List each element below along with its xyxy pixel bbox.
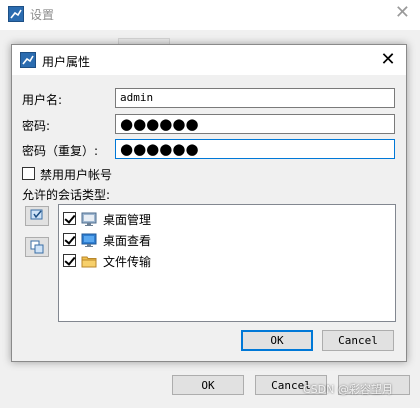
password-label: 密码: (22, 119, 51, 133)
desktop-view-icon (81, 233, 97, 247)
session-label[interactable]: 文件传输 (103, 253, 151, 270)
ok-button[interactable]: OK (241, 330, 313, 351)
disable-account-label[interactable]: 禁用用户帐号 (40, 166, 112, 183)
session-type-list[interactable]: 桌面管理 桌面查看 文件传输 (58, 204, 396, 322)
dialog-titlebar: 用户属性 ✕ (12, 45, 406, 75)
session-checkbox[interactable] (63, 254, 76, 267)
file-transfer-icon (81, 256, 97, 268)
cancel-button[interactable]: Cancel (322, 330, 394, 351)
session-checkbox[interactable] (63, 212, 76, 225)
user-properties-dialog: 用户属性 ✕ 用户名: admin 密码: ●●●●●● 密码（重复）: ●●●… (11, 44, 407, 362)
check-all-button[interactable] (25, 206, 49, 226)
session-checkbox[interactable] (63, 233, 76, 246)
uncheck-all-button[interactable] (25, 237, 49, 257)
watermark: CSDN @彩容望月 (303, 383, 393, 396)
close-icon[interactable]: ✕ (376, 48, 400, 72)
settings-title: 设置 (30, 8, 55, 22)
password-field[interactable]: ●●●●●● (115, 114, 395, 134)
dialog-app-icon (20, 52, 36, 68)
password-confirm-field[interactable]: ●●●●●● (115, 139, 395, 159)
session-label[interactable]: 桌面管理 (103, 211, 151, 228)
password-confirm-label: 密码（重复）: (22, 144, 99, 158)
check-all-icon (30, 209, 43, 220)
app-icon (8, 6, 24, 22)
session-label[interactable]: 桌面查看 (103, 232, 151, 249)
username-label: 用户名: (22, 93, 63, 107)
disable-account-checkbox[interactable] (22, 167, 35, 180)
session-types-label: 允许的会话类型: (22, 188, 111, 202)
username-field[interactable]: admin (115, 88, 395, 108)
settings-titlebar: 设置 ✕ (0, 0, 420, 30)
dialog-title: 用户属性 (42, 55, 91, 69)
settings-close-icon[interactable]: ✕ (395, 3, 410, 23)
desktop-manage-icon (81, 212, 97, 226)
copy-icon (30, 240, 44, 254)
settings-ok-button[interactable]: OK (172, 375, 244, 395)
